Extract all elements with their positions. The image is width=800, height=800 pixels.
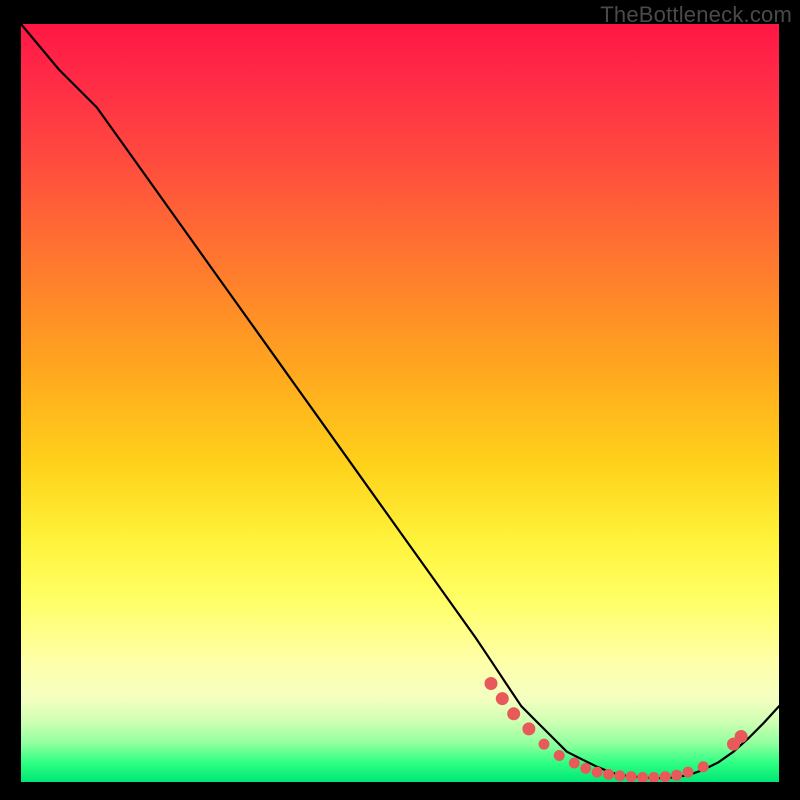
data-point-marker [592,767,602,777]
data-point-marker [672,770,682,780]
data-point-marker [698,762,708,772]
data-point-marker [581,763,591,773]
data-point-marker [485,678,497,690]
data-point-marker [649,773,659,783]
data-point-marker [496,693,508,705]
data-point-marker [638,773,648,783]
data-point-marker [508,708,520,720]
data-point-marker [523,723,535,735]
curve-markers [485,678,747,783]
data-point-marker [569,758,579,768]
data-point-marker [626,772,636,782]
watermark-text: TheBottleneck.com [600,2,792,28]
data-point-marker [554,751,564,761]
curve-layer [21,24,779,782]
data-point-marker [539,739,549,749]
data-point-marker [683,767,693,777]
bottleneck-curve [21,24,779,778]
data-point-marker [660,772,670,782]
data-point-marker [604,769,614,779]
chart-frame: TheBottleneck.com [0,0,800,800]
plot-area [21,24,779,782]
data-point-marker [735,731,747,743]
data-point-marker [615,771,625,781]
